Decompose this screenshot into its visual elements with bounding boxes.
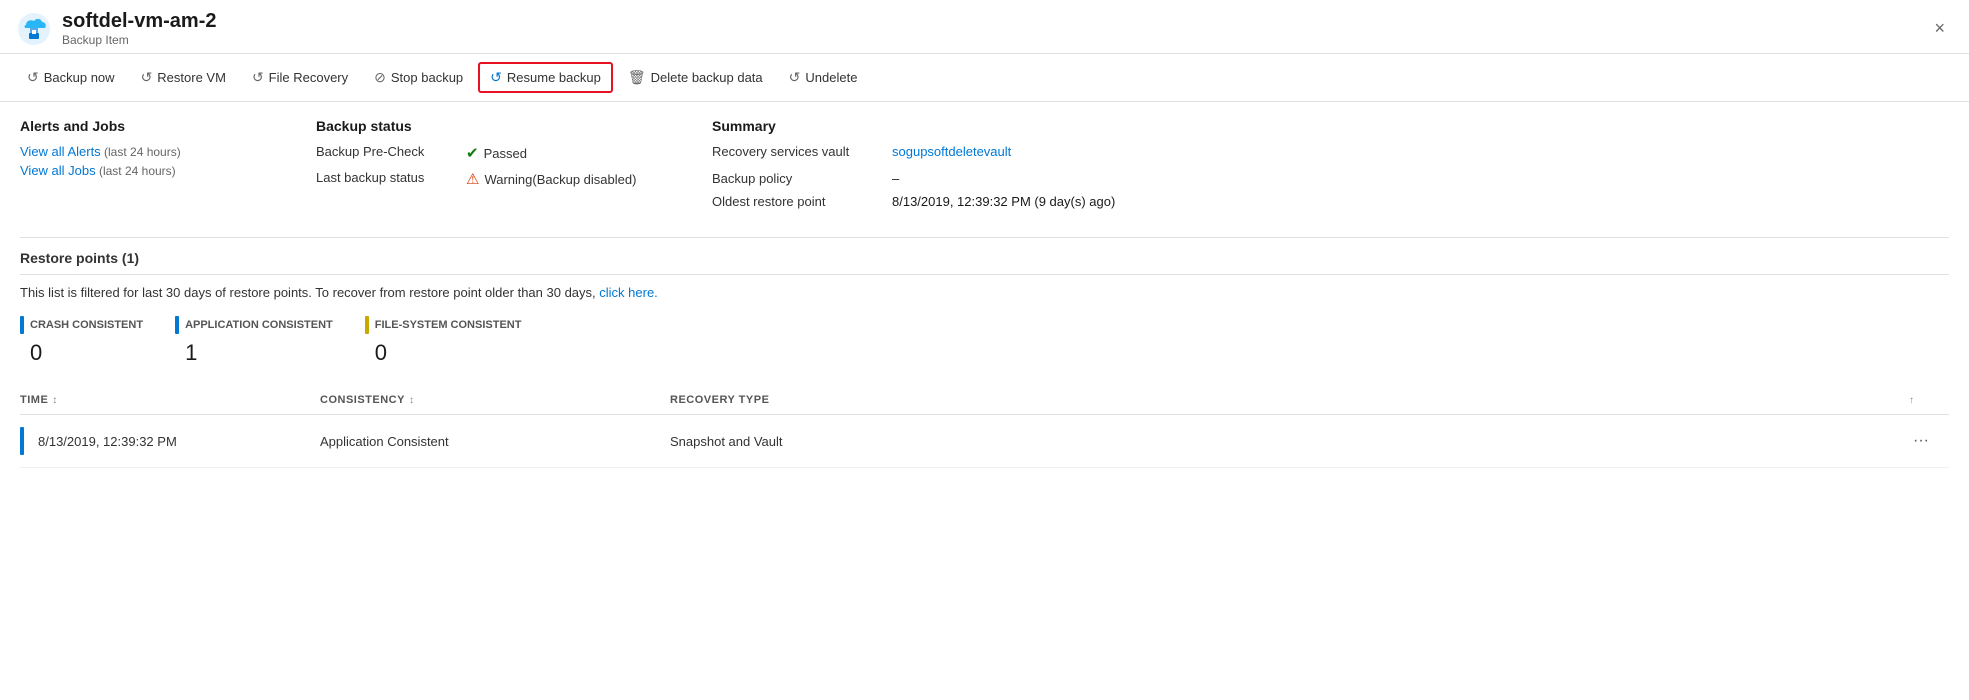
stop-backup-button[interactable]: ⊘ Stop backup (363, 62, 474, 93)
last-backup-label: Last backup status (316, 170, 466, 185)
vault-row: Recovery services vault sogupsoftdeletev… (712, 144, 1949, 163)
alerts-title: Alerts and Jobs (20, 118, 300, 134)
window-title-group: softdel-vm-am-2 Backup Item (62, 10, 216, 47)
check-icon: ✔ (466, 144, 479, 162)
policy-row: Backup policy – (712, 171, 1949, 186)
restore-vm-button[interactable]: ↺ Restore VM (130, 62, 237, 93)
row-more-button[interactable]: ··· (1909, 428, 1933, 454)
alerts-section: Alerts and Jobs View all Alerts (last 24… (20, 118, 300, 217)
window-title: softdel-vm-am-2 (62, 10, 216, 33)
close-button[interactable]: × (1926, 14, 1953, 43)
col-time: TIME ↕ (20, 394, 320, 406)
crash-bar-indicator (20, 316, 24, 334)
vault-label: Recovery services vault (712, 144, 892, 163)
vault-value-link[interactable]: sogupsoftdeletevault (892, 144, 1011, 159)
app-icon (16, 11, 52, 47)
col-actions: ↑ (1909, 394, 1949, 406)
crash-consistent-item: CRASH CONSISTENT 0 (20, 316, 143, 366)
oldest-value: 8/13/2019, 12:39:32 PM (9 day(s) ago) (892, 194, 1115, 209)
last-backup-row: Last backup status ⚠ Warning(Backup disa… (316, 170, 696, 188)
cell-actions: ··· (1909, 428, 1949, 454)
actions-sort-icon: ↑ (1909, 395, 1915, 406)
fs-consistent-count: 0 (365, 340, 522, 366)
table-header: TIME ↕ CONSISTENCY ↕ RECOVERY TYPE ↑ (20, 386, 1949, 415)
cell-recovery-type: Snapshot and Vault (670, 434, 1909, 449)
col-recovery-type: RECOVERY TYPE (670, 394, 1909, 406)
pre-check-row: Backup Pre-Check ✔ Passed (316, 144, 696, 162)
row-indicator (20, 427, 24, 455)
undelete-icon: ↺ (789, 69, 801, 86)
cell-consistency: Application Consistent (320, 434, 670, 449)
oldest-row: Oldest restore point 8/13/2019, 12:39:32… (712, 194, 1949, 209)
delete-backup-icon: 🗑 (628, 69, 646, 86)
consistency-sort-icon[interactable]: ↕ (409, 395, 415, 406)
app-consistent-count: 1 (175, 340, 333, 366)
undelete-button[interactable]: ↺ Undelete (778, 62, 869, 93)
policy-label: Backup policy (712, 171, 892, 186)
cell-time: 8/13/2019, 12:39:32 PM (20, 427, 320, 455)
info-grid: Alerts and Jobs View all Alerts (last 24… (20, 118, 1949, 217)
restore-points-header: Restore points (1) (20, 250, 1949, 275)
restore-points-table: TIME ↕ CONSISTENCY ↕ RECOVERY TYPE ↑ 8/1… (20, 386, 1949, 468)
fs-bar-indicator (365, 316, 369, 334)
summary-title: Summary (712, 118, 1949, 134)
app-bar-indicator (175, 316, 179, 334)
file-recovery-button[interactable]: ↺ File Recovery (241, 62, 359, 93)
col-consistency: CONSISTENCY ↕ (320, 394, 670, 406)
window-subtitle: Backup Item (62, 33, 216, 47)
resume-backup-icon: ↺ (490, 69, 502, 86)
toolbar: ↺ Backup now ↺ Restore VM ↺ File Recover… (0, 54, 1969, 102)
crash-consistent-count: 0 (20, 340, 143, 366)
app-consistent-item: APPLICATION CONSISTENT 1 (175, 316, 333, 366)
title-bar: softdel-vm-am-2 Backup Item × (0, 0, 1969, 54)
crash-consistent-label: CRASH CONSISTENT (20, 316, 143, 334)
backup-now-button[interactable]: ↺ Backup now (16, 62, 126, 93)
consistency-bars: CRASH CONSISTENT 0 APPLICATION CONSISTEN… (20, 316, 1949, 366)
fs-consistent-label: FILE-SYSTEM CONSISTENT (365, 316, 522, 334)
last-backup-value: ⚠ Warning(Backup disabled) (466, 170, 636, 188)
pre-check-value: ✔ Passed (466, 144, 527, 162)
pre-check-label: Backup Pre-Check (316, 144, 466, 159)
resume-backup-button[interactable]: ↺ Resume backup (478, 62, 613, 93)
file-recovery-icon: ↺ (252, 69, 264, 86)
click-here-link[interactable]: click here. (599, 285, 658, 300)
time-sort-icon[interactable]: ↕ (52, 395, 58, 406)
filter-text: This list is filtered for last 30 days o… (20, 285, 1949, 300)
backup-now-icon: ↺ (27, 69, 39, 86)
stop-backup-icon: ⊘ (374, 69, 386, 86)
app-consistent-label: APPLICATION CONSISTENT (175, 316, 333, 334)
warning-icon: ⚠ (466, 170, 479, 188)
oldest-label: Oldest restore point (712, 194, 892, 209)
view-all-jobs-link[interactable]: View all Jobs (last 24 hours) (20, 163, 300, 178)
table-row: 8/13/2019, 12:39:32 PM Application Consi… (20, 415, 1949, 468)
summary-section: Summary Recovery services vault sogupsof… (712, 118, 1949, 217)
section-divider (20, 237, 1949, 238)
delete-backup-button[interactable]: 🗑 Delete backup data (617, 62, 774, 93)
fs-consistent-item: FILE-SYSTEM CONSISTENT 0 (365, 316, 522, 366)
backup-status-section: Backup status Backup Pre-Check ✔ Passed … (316, 118, 696, 217)
main-content: Alerts and Jobs View all Alerts (last 24… (0, 102, 1969, 484)
view-all-alerts-link[interactable]: View all Alerts (last 24 hours) (20, 144, 300, 159)
restore-vm-icon: ↺ (141, 69, 153, 86)
policy-value: – (892, 171, 899, 186)
backup-status-title: Backup status (316, 118, 696, 134)
